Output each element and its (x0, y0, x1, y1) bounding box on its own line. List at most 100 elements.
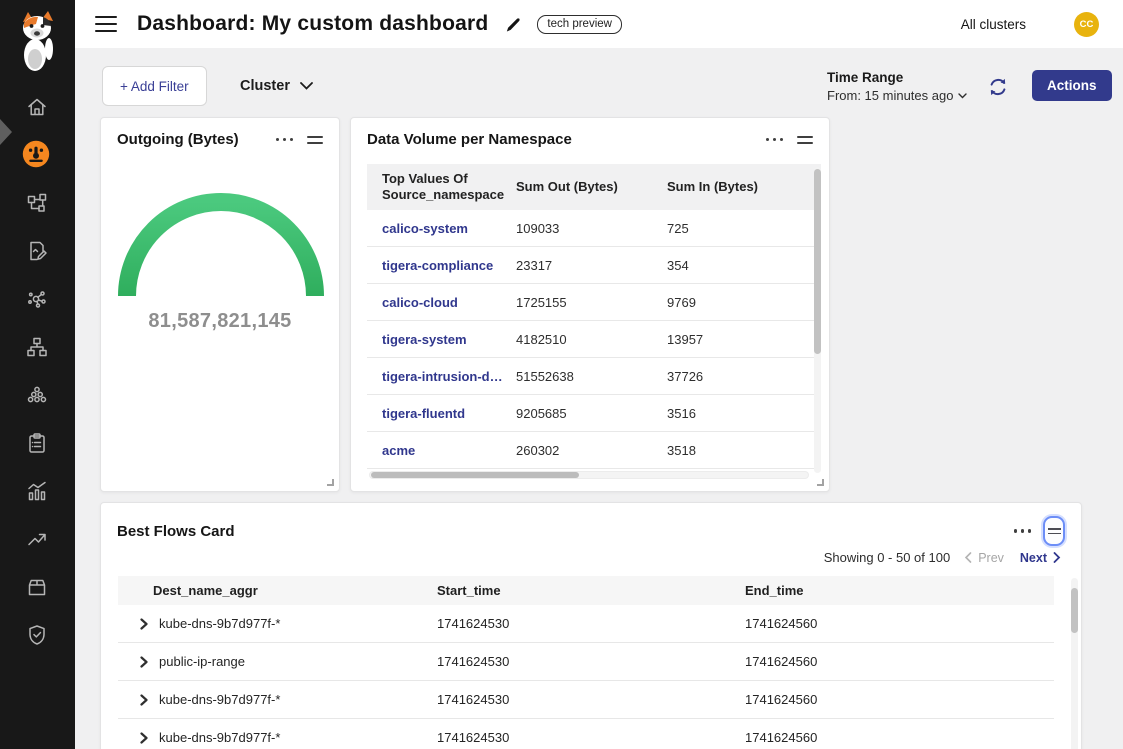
sum-out-value: 1725155 (516, 295, 667, 310)
chevron-left-icon[interactable] (964, 552, 972, 563)
sum-out-value: 4182510 (516, 332, 667, 347)
sum-in-value: 13957 (667, 332, 821, 347)
calico-cat-logo[interactable] (15, 11, 59, 71)
vertical-scrollbar (1071, 578, 1078, 749)
card-title: Outgoing (Bytes) (117, 131, 276, 148)
column-header: End_time (745, 583, 1054, 598)
sum-in-value: 3516 (667, 406, 821, 421)
dest-name-value: kube-dns-9b7d977f-* (159, 616, 280, 631)
card-title: Best Flows Card (117, 523, 1014, 540)
chevron-right-icon[interactable] (1053, 552, 1061, 563)
namespace-link[interactable]: calico-system (367, 221, 516, 236)
next-page-link[interactable]: Next (1020, 551, 1047, 565)
user-avatar[interactable]: CC (1074, 12, 1099, 37)
end-time-value: 1741624560 (745, 692, 1054, 707)
refresh-icon[interactable] (987, 76, 1009, 98)
sum-out-value: 51552638 (516, 369, 667, 384)
table-row: kube-dns-9b7d977f-* 1741624530 174162456… (118, 719, 1054, 749)
end-time-value: 1741624560 (745, 730, 1054, 745)
card-menu-icon[interactable] (766, 134, 784, 146)
time-range-value[interactable]: From: 15 minutes ago (827, 88, 967, 103)
namespace-link[interactable]: tigera-intrusion-d… (367, 369, 516, 384)
start-time-value: 1741624530 (437, 616, 745, 631)
sidebar (0, 0, 75, 749)
table-row: acme 260302 3518 (367, 432, 821, 469)
home-icon[interactable] (24, 94, 50, 120)
end-time-value: 1741624560 (745, 654, 1054, 669)
column-header: Start_time (437, 583, 745, 598)
dest-name-value: kube-dns-9b7d977f-* (159, 730, 280, 745)
table-body: calico-system 109033 725 tigera-complian… (367, 210, 821, 469)
compliance-reports-icon[interactable] (24, 430, 50, 456)
hamburger-menu-icon[interactable] (95, 16, 117, 33)
namespace-link[interactable]: acme (367, 443, 516, 458)
column-header: Sum Out (Bytes) (516, 179, 667, 195)
sum-in-value: 9769 (667, 295, 821, 310)
sum-out-value: 23317 (516, 258, 667, 273)
table-row: kube-dns-9b7d977f-* 1741624530 174162456… (118, 605, 1054, 643)
row-expander-chevron-icon[interactable] (139, 656, 149, 668)
statistics-icon[interactable] (24, 478, 50, 504)
flyout-notch (0, 119, 12, 145)
start-time-value: 1741624530 (437, 692, 745, 707)
all-clusters-selector[interactable]: All clusters (961, 17, 1026, 32)
best-flows-card: Best Flows Card Showing 0 - 50 of 100 Pr… (100, 502, 1082, 749)
edit-dashboard-icon[interactable] (504, 15, 523, 34)
drag-handle-icon-focused[interactable] (1043, 516, 1065, 546)
drag-handle-icon[interactable] (307, 133, 323, 147)
end-time-value: 1741624560 (745, 616, 1054, 631)
showing-count: Showing 0 - 50 of 100 (824, 550, 950, 565)
vertical-scrollbar-thumb[interactable] (1071, 588, 1078, 633)
dashboards-icon-active[interactable] (22, 140, 50, 168)
prev-page-link[interactable]: Prev (978, 551, 1004, 565)
page-title: Dashboard: My custom dashboard (137, 12, 488, 36)
best-flows-table: Dest_name_aggr Start_time End_time kube-… (118, 576, 1054, 749)
card-menu-icon[interactable] (276, 134, 294, 146)
card-menu-icon[interactable] (1014, 525, 1032, 537)
tech-preview-badge: tech preview (537, 15, 622, 34)
pagination: Showing 0 - 50 of 100 Prev Next (824, 550, 1061, 565)
add-filter-button[interactable]: + Add Filter (102, 66, 207, 106)
table-row: tigera-compliance 23317 354 (367, 247, 821, 284)
table-row: kube-dns-9b7d977f-* 1741624530 174162456… (118, 681, 1054, 719)
row-expander-chevron-icon[interactable] (139, 732, 149, 744)
table-body: kube-dns-9b7d977f-* 1741624530 174162456… (118, 605, 1054, 749)
namespace-link[interactable]: calico-cloud (367, 295, 516, 310)
resize-handle[interactable] (327, 479, 334, 486)
dest-name-value: kube-dns-9b7d977f-* (159, 692, 280, 707)
table-row: calico-cloud 1725155 9769 (367, 284, 821, 321)
namespace-table: Top Values Of Source_namespace Sum Out (… (367, 164, 821, 483)
flow-logs-icon[interactable] (24, 238, 50, 264)
actions-button[interactable]: Actions (1032, 70, 1112, 101)
outgoing-bytes-card: Outgoing (Bytes) 81,587,821,145 (100, 117, 340, 492)
security-icon[interactable] (24, 622, 50, 648)
namespace-link[interactable]: tigera-fluentd (367, 406, 516, 421)
gauge-value: 81,587,821,145 (101, 310, 339, 333)
sum-out-value: 260302 (516, 443, 667, 458)
table-header-row: Dest_name_aggr Start_time End_time (118, 576, 1054, 605)
trends-icon[interactable] (24, 526, 50, 552)
network-topology-icon[interactable] (24, 334, 50, 360)
card-title: Data Volume per Namespace (367, 131, 766, 148)
namespace-link[interactable]: tigera-system (367, 332, 516, 347)
gauge-arc (101, 164, 341, 304)
sum-in-value: 354 (667, 258, 821, 273)
drag-handle-icon[interactable] (797, 133, 813, 147)
workloads-icon[interactable] (24, 574, 50, 600)
column-header: Sum In (Bytes) (667, 179, 821, 195)
resize-handle[interactable] (817, 479, 824, 486)
cluster-dropdown[interactable]: Cluster (240, 66, 313, 106)
table-row: tigera-intrusion-d… 51552638 37726 (367, 358, 821, 395)
row-expander-chevron-icon[interactable] (139, 694, 149, 706)
horizontal-scrollbar-thumb[interactable] (371, 472, 579, 478)
row-expander-chevron-icon[interactable] (139, 618, 149, 630)
namespace-link[interactable]: tigera-compliance (367, 258, 516, 273)
clusters-icon[interactable] (24, 382, 50, 408)
vertical-scrollbar-thumb[interactable] (814, 169, 821, 354)
table-row: public-ip-range 1741624530 1741624560 (118, 643, 1054, 681)
table-row: tigera-system 4182510 13957 (367, 321, 821, 358)
connections-icon[interactable] (24, 286, 50, 312)
start-time-value: 1741624530 (437, 730, 745, 745)
service-graph-icon[interactable] (24, 190, 50, 216)
dest-name-value: public-ip-range (159, 654, 245, 669)
